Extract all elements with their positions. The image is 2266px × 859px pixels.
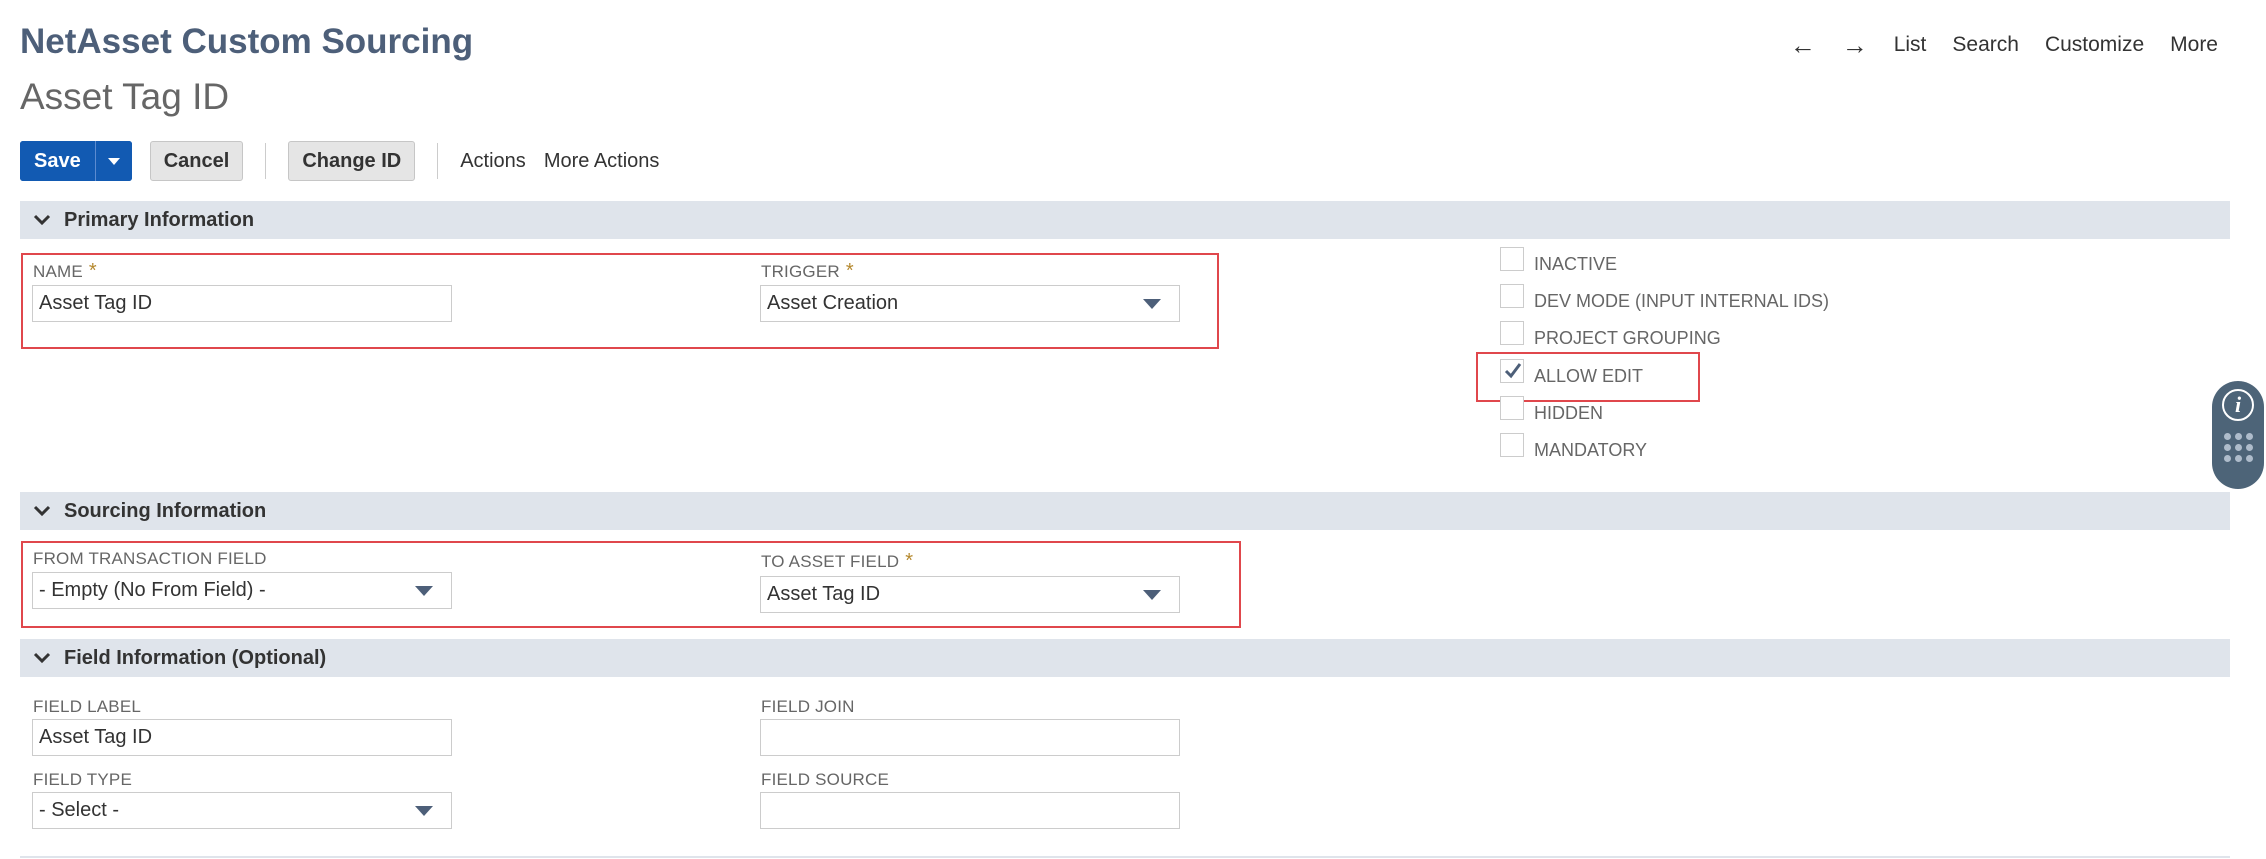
section-title: Sourcing Information	[64, 499, 267, 522]
search-link[interactable]: Search	[1952, 33, 2019, 57]
chevron-down-icon	[20, 214, 64, 226]
top-navigation: ← → List Search Customize More	[1790, 32, 2218, 58]
chevron-down-icon	[20, 652, 64, 664]
actions-menu[interactable]: Actions	[460, 150, 526, 173]
more-link[interactable]: More	[2170, 33, 2218, 57]
field-source-input[interactable]	[760, 792, 1180, 829]
checkbox-mandatory[interactable]: MANDATORY	[1500, 432, 1647, 461]
dropdown-arrow-icon	[415, 585, 433, 596]
chevron-down-icon	[20, 505, 64, 517]
record-name-title: Asset Tag ID	[20, 76, 230, 117]
section-title: Field Information (Optional)	[64, 646, 327, 669]
more-actions-menu[interactable]: More Actions	[544, 150, 660, 173]
dropdown-arrow-icon	[1143, 298, 1161, 309]
help-widget[interactable]: i	[2212, 381, 2264, 489]
from-select-value: - Empty (No From Field) -	[39, 579, 266, 601]
trigger-select[interactable]: Asset Creation	[760, 285, 1180, 322]
name-field-label: NAME *	[33, 260, 97, 282]
required-marker: *	[88, 260, 97, 282]
field-type-label: FIELD TYPE	[33, 770, 132, 789]
to-select-value: Asset Tag ID	[767, 583, 881, 605]
from-transaction-field-select[interactable]: - Empty (No From Field) -	[32, 572, 452, 609]
change-id-button[interactable]: Change ID	[288, 141, 416, 181]
dropdown-arrow-icon	[1143, 589, 1161, 600]
save-split-button: Save	[20, 141, 132, 181]
checkbox-dev-mode[interactable]: DEV MODE (INPUT INTERNAL IDS)	[1500, 283, 1829, 312]
section-primary-information[interactable]: Primary Information	[20, 201, 2230, 239]
checkmark-icon	[1504, 362, 1522, 378]
info-icon[interactable]: i	[2222, 389, 2254, 421]
save-button[interactable]: Save	[20, 141, 95, 181]
bottom-divider	[20, 856, 2230, 858]
checkbox-allow-edit[interactable]: ALLOW EDIT	[1500, 358, 1643, 387]
cancel-button[interactable]: Cancel	[149, 141, 244, 181]
section-sourcing-information[interactable]: Sourcing Information	[20, 492, 2230, 530]
checkbox-box[interactable]	[1500, 320, 1524, 345]
checkbox-project-grouping[interactable]: PROJECT GROUPING	[1500, 320, 1721, 349]
trigger-field-label: TRIGGER *	[761, 260, 854, 282]
field-source-label: FIELD SOURCE	[761, 770, 890, 789]
from-field-label: FROM TRANSACTION FIELD	[33, 549, 267, 568]
field-type-value: - Select -	[39, 799, 120, 821]
toolbar-divider	[265, 143, 267, 179]
field-type-select[interactable]: - Select -	[32, 792, 452, 829]
checkbox-inactive[interactable]: INACTIVE	[1500, 246, 1617, 275]
grid-dots-icon[interactable]	[2223, 433, 2253, 462]
to-field-label: TO ASSET FIELD *	[761, 550, 914, 572]
field-join-label: FIELD JOIN	[761, 697, 855, 716]
forward-arrow-icon[interactable]: →	[1842, 32, 1868, 58]
button-bar: Save Cancel Change ID Actions More Actio…	[20, 141, 659, 181]
field-label-input[interactable]: Asset Tag ID	[32, 719, 452, 756]
caret-down-icon	[107, 157, 120, 165]
checkbox-box-checked[interactable]	[1500, 358, 1524, 383]
toolbar-divider	[437, 143, 439, 179]
required-marker: *	[845, 260, 854, 282]
checkbox-box[interactable]	[1500, 283, 1524, 308]
section-title: Primary Information	[64, 208, 255, 231]
required-marker: *	[905, 550, 914, 572]
save-options-dropdown[interactable]	[94, 141, 132, 181]
list-link[interactable]: List	[1894, 33, 1927, 57]
back-arrow-icon[interactable]: ←	[1790, 32, 1816, 58]
field-label-label: FIELD LABEL	[33, 697, 142, 716]
checkbox-box[interactable]	[1500, 395, 1524, 420]
dropdown-arrow-icon	[415, 805, 433, 816]
checkbox-box[interactable]	[1500, 432, 1524, 457]
section-field-information[interactable]: Field Information (Optional)	[20, 639, 2230, 677]
customize-link[interactable]: Customize	[2045, 33, 2144, 57]
checkbox-hidden[interactable]: HIDDEN	[1500, 395, 1603, 424]
name-input[interactable]: Asset Tag ID	[32, 285, 452, 322]
checkbox-box[interactable]	[1500, 246, 1524, 271]
to-asset-field-select[interactable]: Asset Tag ID	[760, 576, 1180, 613]
field-join-input[interactable]	[760, 719, 1180, 756]
trigger-select-value: Asset Creation	[767, 292, 899, 314]
record-type-title: NetAsset Custom Sourcing	[20, 22, 474, 61]
